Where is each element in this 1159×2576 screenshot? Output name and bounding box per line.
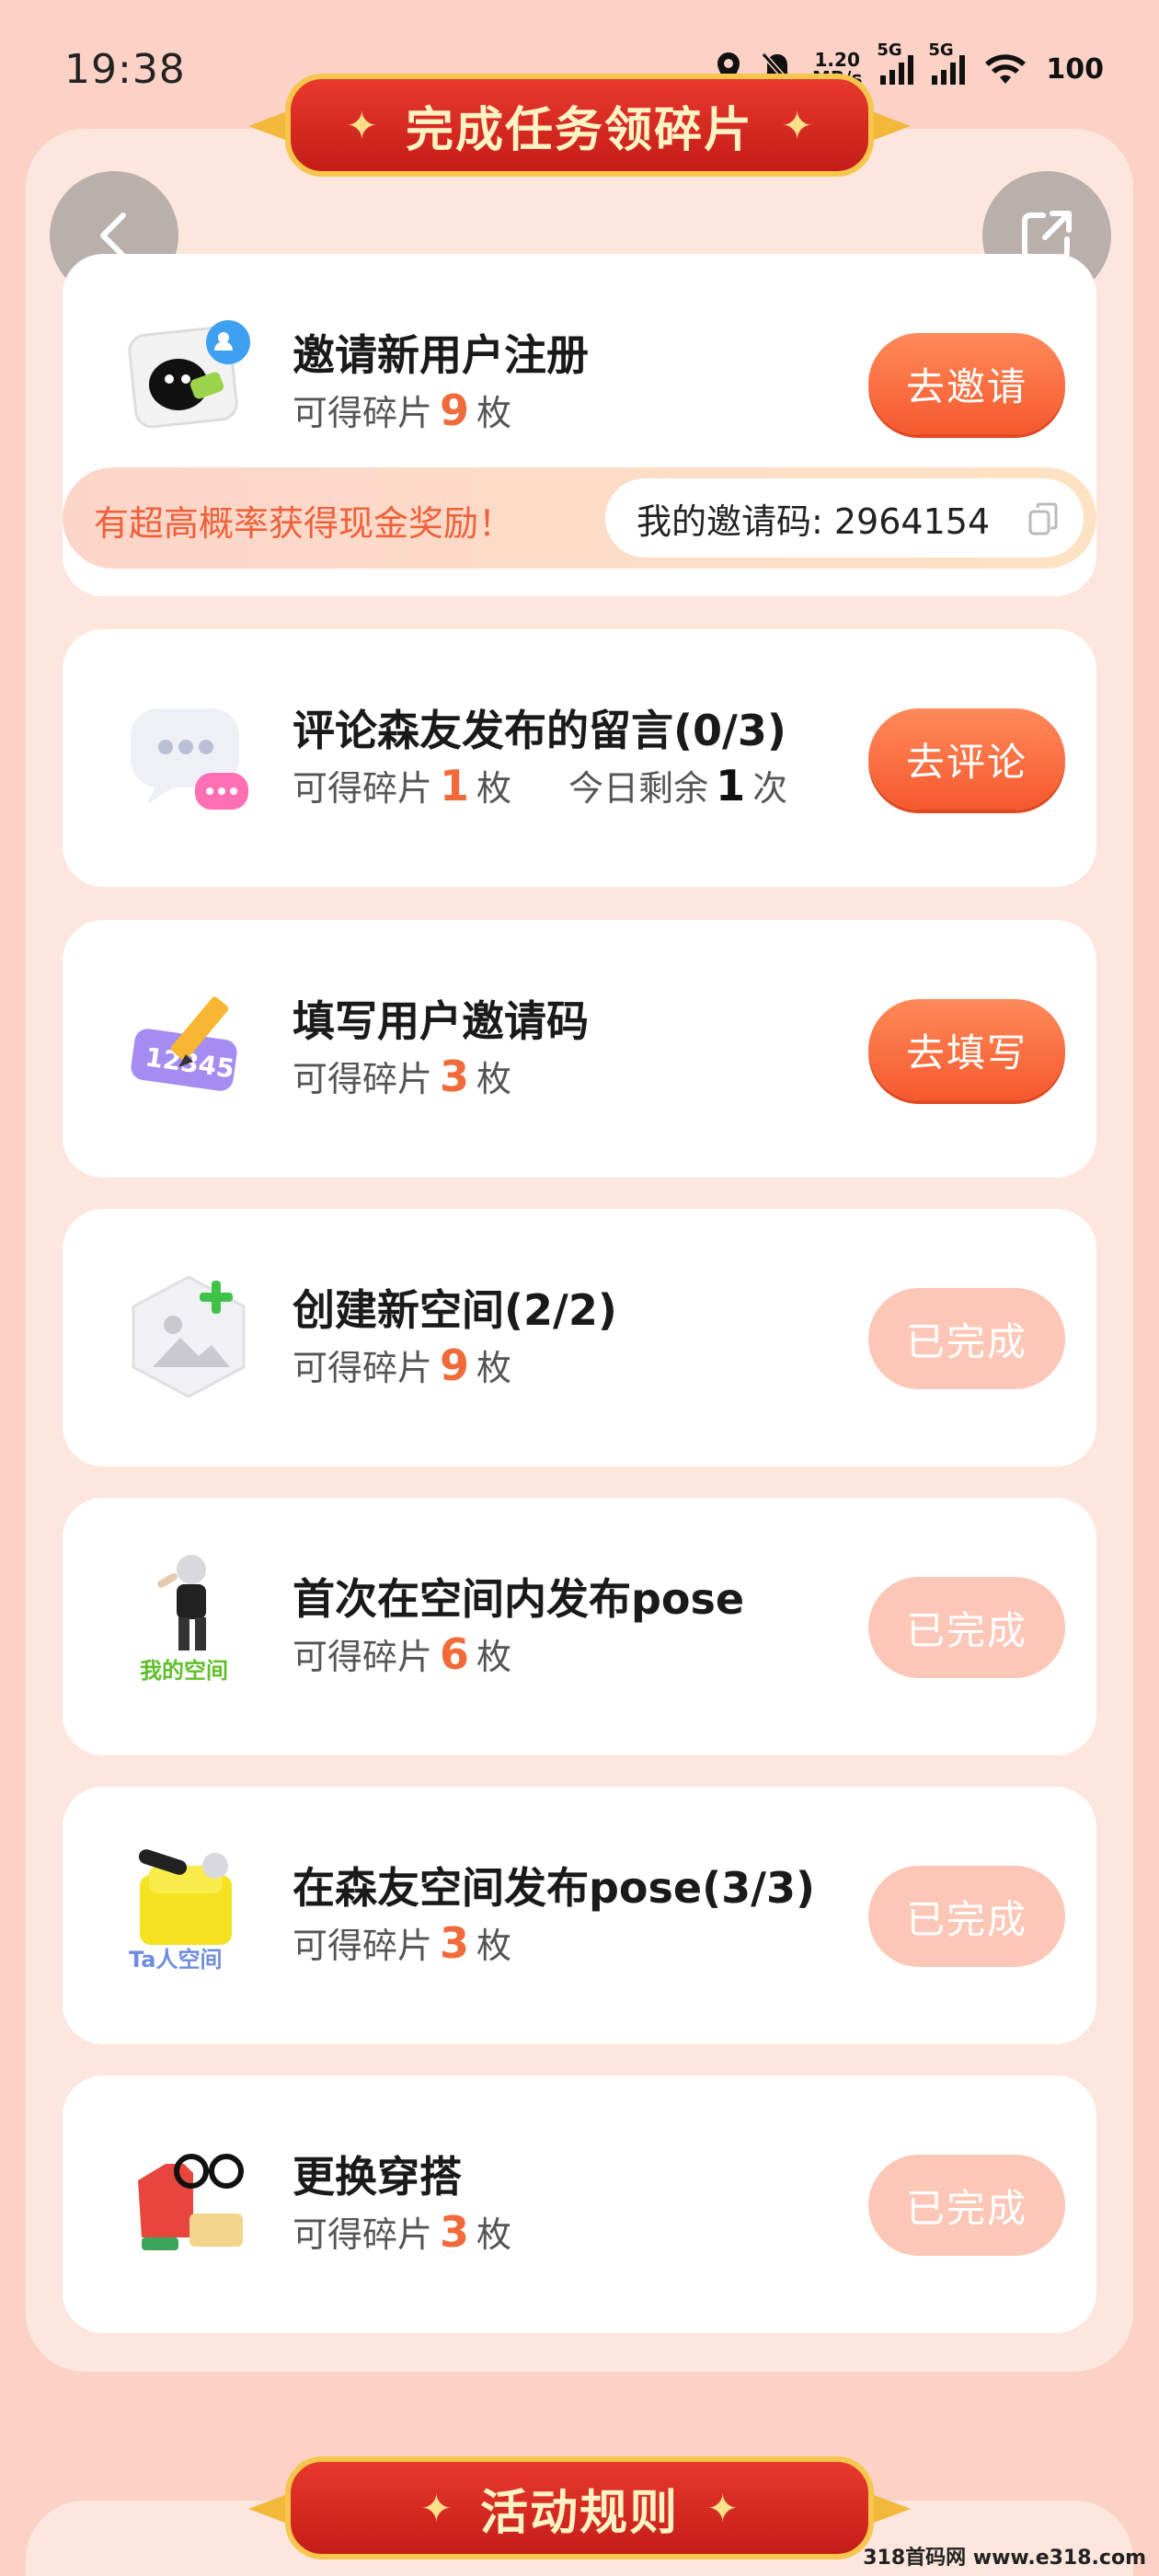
reward-suffix: 枚 <box>476 2214 512 2255</box>
task-reward: 可得碎片 3 枚 <box>293 2206 511 2257</box>
reward-count: 9 <box>440 385 470 435</box>
my-space-avatar-icon: 我的空间 <box>120 1549 258 1687</box>
task-reward: 可得碎片 9 枚 <box>293 1340 511 1390</box>
reward-count: 3 <box>440 1052 470 1101</box>
reward-count: 3 <box>440 2207 470 2257</box>
task-card-first-pose: 我的空间 首次在空间内发布pose 可得碎片 6 枚 已完成 <box>63 1498 1096 1755</box>
task-title: 创建新空间(2/2) <box>293 1285 617 1335</box>
reward-prefix: 可得碎片 <box>293 1926 433 1966</box>
remaining-count: 1 <box>716 761 746 811</box>
reward-suffix: 枚 <box>476 1637 512 1677</box>
completed-button: 已完成 <box>868 2155 1065 2256</box>
sparkle-icon: ✦ <box>781 102 814 148</box>
status-time: 19:38 <box>64 45 186 93</box>
ta-space-avatar-icon: Ta人空间 <box>120 1838 258 1976</box>
task-card-outfit: 更换穿搭 可得碎片 3 枚 已完成 <box>63 2076 1096 2333</box>
reward-count: 3 <box>440 1918 470 1968</box>
remaining-prefix: 今日剩余 <box>568 768 709 809</box>
network-type-1: 5G <box>877 40 902 60</box>
wifi-icon <box>985 54 1027 84</box>
task-card-comment: 评论森友发布的留言(0/3) 可得碎片 1 枚 今日剩余 1 次 去评论 <box>63 629 1096 887</box>
task-reward: 可得碎片 6 枚 <box>293 1628 511 1679</box>
copy-icon[interactable] <box>1028 502 1058 535</box>
comment-bubble-icon <box>120 688 258 826</box>
reward-count: 9 <box>440 1340 470 1390</box>
completed-button: 已完成 <box>868 1866 1065 1967</box>
sparkle-icon: ✦ <box>345 102 378 148</box>
remaining-suffix: 次 <box>752 768 788 809</box>
task-title: 更换穿搭 <box>293 2152 462 2202</box>
banner-ribbon: ✦ 活动规则 ✦ <box>285 2456 874 2559</box>
reward-prefix: 可得碎片 <box>293 393 433 433</box>
sparkle-icon: ✦ <box>706 2485 740 2531</box>
add-image-icon <box>120 1268 258 1406</box>
sparkle-icon: ✦ <box>419 2485 453 2531</box>
banner-ribbon: ✦ 完成任务领碎片 ✦ <box>285 74 874 177</box>
reward-prefix: 可得碎片 <box>293 1637 433 1677</box>
network-type-2: 5G <box>928 40 954 60</box>
reward-prefix: 可得碎片 <box>293 1059 433 1099</box>
reward-count: 1 <box>440 761 470 811</box>
invite-code-box[interactable]: 我的邀请码: 2964154 <box>605 478 1084 558</box>
rules-banner: ✦ 活动规则 ✦ <box>248 2449 911 2567</box>
task-card-create-space: 创建新空间(2/2) 可得碎片 9 枚 已完成 <box>63 1209 1096 1466</box>
reward-prefix: 可得碎片 <box>293 2214 433 2255</box>
comment-button[interactable]: 去评论 <box>868 708 1065 810</box>
battery-level: 100 <box>1046 52 1104 86</box>
fill-code-button[interactable]: 去填写 <box>868 999 1065 1100</box>
reward-suffix: 枚 <box>476 768 512 809</box>
invite-code-strip: 有超高概率获得现金奖励！ 我的邀请码: 2964154 <box>63 467 1096 569</box>
reward-prefix: 可得碎片 <box>293 1348 433 1388</box>
task-title: 首次在空间内发布pose <box>293 1574 745 1624</box>
rules-title: 活动规则 <box>479 2485 679 2541</box>
reward-suffix: 枚 <box>476 1348 512 1388</box>
completed-button: 已完成 <box>868 1288 1065 1389</box>
banner-title: 完成任务领碎片 <box>405 102 753 158</box>
task-title: 在森友空间发布pose(3/3) <box>293 1863 815 1913</box>
task-reward: 可得碎片 1 枚 今日剩余 1 次 <box>293 760 787 811</box>
reward-suffix: 枚 <box>476 1059 512 1099</box>
task-reward: 可得碎片 3 枚 <box>293 1917 511 1968</box>
completed-button: 已完成 <box>868 1577 1065 1678</box>
invite-code-label: 我的邀请码: 2964154 <box>637 500 991 542</box>
icon-caption: 我的空间 <box>140 1658 228 1684</box>
signal-2-icon: 5G <box>928 40 966 85</box>
icon-caption: Ta人空间 <box>129 1947 222 1972</box>
remaining-today: 今日剩余 1 次 <box>568 761 788 811</box>
reward-count: 6 <box>440 1629 470 1679</box>
watermark: 318首码网 www.e318.com <box>863 2547 1146 2570</box>
invite-button[interactable]: 去邀请 <box>868 333 1065 434</box>
reward-suffix: 枚 <box>476 393 512 433</box>
task-reward: 可得碎片 9 枚 <box>293 385 511 435</box>
tasks-banner: ✦ 完成任务领碎片 ✦ <box>248 66 911 184</box>
task-card-friend-pose: Ta人空间 在森友空间发布pose(3/3) 可得碎片 3 枚 已完成 <box>63 1787 1096 2044</box>
invite-user-icon <box>120 309 258 447</box>
code-pencil-icon: 12345 <box>120 979 258 1117</box>
reward-prefix: 可得碎片 <box>293 768 433 809</box>
outfit-icon <box>120 2134 258 2272</box>
task-reward: 可得碎片 3 枚 <box>293 1051 511 1101</box>
cash-reward-promo: 有超高概率获得现金奖励！ <box>94 503 514 544</box>
task-title: 评论森友发布的留言(0/3) <box>293 706 786 755</box>
task-card-invite: 邀请新用户注册 可得碎片 9 枚 去邀请 有超高概率获得现金奖励！ 我的邀请码: 2… <box>63 254 1096 596</box>
reward-suffix: 枚 <box>476 1926 512 1966</box>
task-title: 邀请新用户注册 <box>293 330 589 380</box>
task-title: 填写用户邀请码 <box>293 996 589 1046</box>
task-card-fill-code: 12345 填写用户邀请码 可得碎片 3 枚 去填写 <box>63 920 1096 1178</box>
